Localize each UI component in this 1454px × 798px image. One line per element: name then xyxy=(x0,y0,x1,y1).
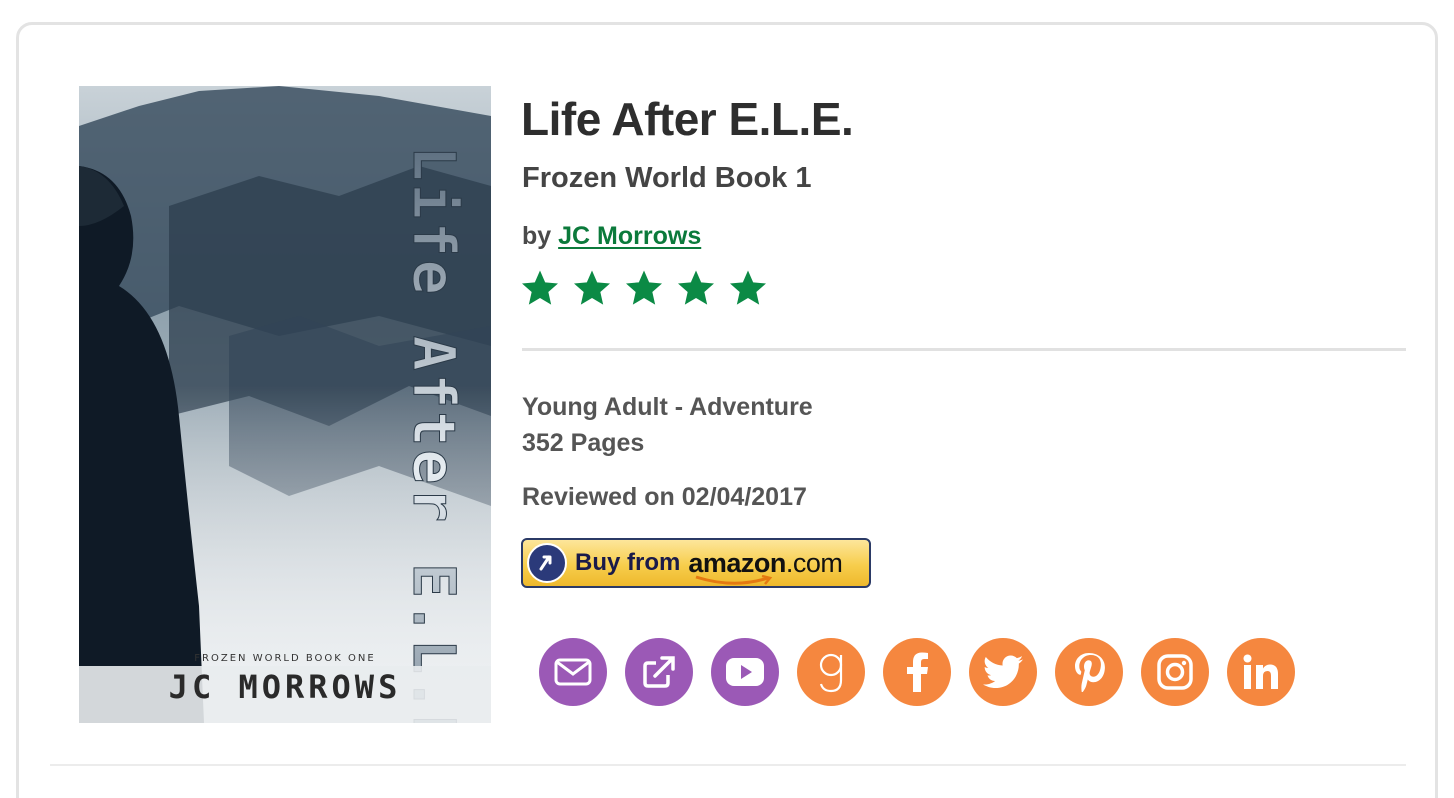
external-link-icon[interactable] xyxy=(625,638,693,706)
star-rating xyxy=(520,268,768,308)
divider xyxy=(522,348,1406,351)
star-icon xyxy=(522,270,558,305)
author-link[interactable]: JC Morrows xyxy=(558,222,701,250)
amazon-tld-text: .com xyxy=(785,547,843,578)
star-icon xyxy=(626,270,662,305)
pinterest-icon[interactable] xyxy=(1055,638,1123,706)
genre-text: Young Adult - Adventure xyxy=(522,393,813,421)
twitter-icon[interactable] xyxy=(969,638,1037,706)
linkedin-icon[interactable] xyxy=(1227,638,1295,706)
cover-title-text: Life After E.L.E. xyxy=(400,146,468,723)
byline: by JC Morrows xyxy=(522,222,701,251)
cover-author-text: JC MORROWS xyxy=(169,668,402,706)
buy-from-amazon-button[interactable]: Buy from amazon.com xyxy=(521,538,871,588)
youtube-icon[interactable] xyxy=(711,638,779,706)
instagram-icon[interactable] xyxy=(1141,638,1209,706)
amazon-brand-text: amazon xyxy=(688,547,786,578)
by-label: by xyxy=(522,222,552,250)
series-name: Frozen World Book 1 xyxy=(522,162,812,194)
review-date: Reviewed on 02/04/2017 xyxy=(522,483,807,511)
book-cover-image[interactable]: Life After E.L.E. FROZEN WORLD BOOK ONE … xyxy=(79,86,491,723)
buy-label: Buy from xyxy=(575,549,681,576)
facebook-icon[interactable] xyxy=(883,638,951,706)
book-title: Life After E.L.E. xyxy=(521,93,854,145)
amazon-logo: amazon.com xyxy=(688,547,843,585)
bottom-divider xyxy=(50,764,1406,766)
amazon-smile-icon xyxy=(695,574,773,585)
amazon-arrow-icon xyxy=(527,543,567,583)
goodreads-icon[interactable] xyxy=(797,638,865,706)
social-links xyxy=(539,638,1295,706)
page-count: 352 Pages xyxy=(522,429,645,457)
cover-series-text: FROZEN WORLD BOOK ONE xyxy=(194,653,375,664)
star-icon xyxy=(574,270,610,305)
star-icon xyxy=(730,270,766,305)
star-icon xyxy=(678,270,714,305)
email-icon[interactable] xyxy=(539,638,607,706)
